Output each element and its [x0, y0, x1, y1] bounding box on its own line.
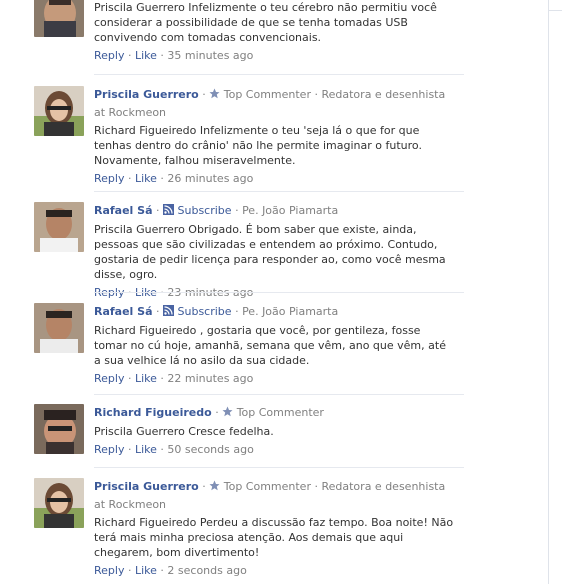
- separator-dot: ·: [127, 564, 132, 577]
- top-divider: [548, 10, 562, 11]
- avatar[interactable]: [34, 404, 84, 454]
- avatar[interactable]: [34, 202, 84, 252]
- timestamp[interactable]: 22 minutes ago: [167, 372, 253, 385]
- avatar[interactable]: [34, 86, 84, 136]
- comment-divider: [94, 394, 464, 395]
- timestamp[interactable]: 26 minutes ago: [167, 172, 253, 185]
- timestamp[interactable]: 35 minutes ago: [167, 49, 253, 62]
- author-meta[interactable]: Pe. João Piamarta: [242, 204, 338, 217]
- author-name[interactable]: Priscila Guerrero: [94, 88, 199, 101]
- subscribe-link[interactable]: Subscribe: [178, 305, 232, 318]
- right-divider: [548, 0, 549, 584]
- comment-actions: Reply · Like · 26 minutes ago: [94, 171, 454, 187]
- timestamp[interactable]: 50 seconds ago: [167, 443, 253, 456]
- separator-dot: ·: [127, 372, 132, 385]
- top-commenter-badge: Top Commenter: [223, 88, 311, 101]
- author-name[interactable]: Richard Figueiredo: [94, 406, 212, 419]
- like-link[interactable]: Like: [135, 372, 157, 385]
- rss-subscribe-icon: [163, 304, 175, 321]
- separator-dot: ·: [202, 480, 206, 493]
- comment-text: Priscila Guerrero Obrigado. É bom saber …: [94, 223, 446, 281]
- separator-dot: ·: [156, 204, 160, 217]
- comment-divider: [94, 467, 464, 468]
- comment-text: Priscila Guerrero Cresce fedelha.: [94, 425, 274, 438]
- author-meta[interactable]: Pe. João Piamarta: [242, 305, 338, 318]
- separator-dot: ·: [202, 88, 206, 101]
- comment-actions: Reply · Like · 50 seconds ago: [94, 442, 454, 458]
- comment-header: Richard Figueiredo · Top Commenter: [94, 404, 454, 422]
- separator-dot: ·: [235, 204, 239, 217]
- separator-dot: ·: [160, 172, 164, 185]
- top-commenter-badge: Top Commenter: [223, 480, 311, 493]
- comment-header: Rafael Sá · Subscribe · Pe. João Piamart…: [94, 202, 454, 220]
- comment-header: Priscila Guerrero · Top Commenter · Reda…: [94, 478, 454, 513]
- timestamp[interactable]: 2 seconds ago: [167, 564, 246, 577]
- reply-link[interactable]: Reply: [94, 443, 124, 456]
- comment-text: Priscila Guerrero Infelizmente o teu cér…: [94, 1, 437, 44]
- comment-divider: [94, 292, 464, 293]
- reply-link[interactable]: Reply: [94, 564, 124, 577]
- separator-dot: ·: [160, 564, 164, 577]
- separator-dot: ·: [314, 480, 318, 493]
- reply-link[interactable]: Reply: [94, 49, 124, 62]
- separator-dot: ·: [156, 305, 160, 318]
- comment-header: Priscila Guerrero · Top Commenter · Reda…: [94, 86, 454, 121]
- comment-actions: Reply · Like · 2 seconds ago: [94, 563, 454, 579]
- separator-dot: ·: [314, 88, 318, 101]
- comment-actions: Reply · Like · 23 minutes ago: [94, 285, 454, 301]
- comment-text: Richard Figueiredo Perdeu a discussão fa…: [94, 516, 454, 559]
- reply-link[interactable]: Reply: [94, 172, 124, 185]
- star-icon: [209, 87, 220, 104]
- reply-link[interactable]: Reply: [94, 372, 124, 385]
- author-name[interactable]: Rafael Sá: [94, 204, 153, 217]
- comment-divider: [94, 74, 464, 75]
- like-link[interactable]: Like: [135, 564, 157, 577]
- avatar[interactable]: [34, 303, 84, 353]
- subscribe-link[interactable]: Subscribe: [178, 204, 232, 217]
- top-commenter-badge: Top Commenter: [236, 406, 324, 419]
- author-name[interactable]: Rafael Sá: [94, 305, 153, 318]
- comment-actions: Reply · Like · 35 minutes ago: [94, 48, 454, 64]
- comment-actions: Reply · Like · 22 minutes ago: [94, 371, 454, 387]
- separator-dot: ·: [127, 49, 132, 62]
- avatar[interactable]: [34, 478, 84, 528]
- like-link[interactable]: Like: [135, 443, 157, 456]
- separator-dot: ·: [160, 49, 164, 62]
- separator-dot: ·: [235, 305, 239, 318]
- star-icon: [222, 405, 233, 422]
- separator-dot: ·: [160, 443, 164, 456]
- separator-dot: ·: [160, 372, 164, 385]
- star-icon: [209, 479, 220, 496]
- comment-text: Richard Figueiredo , gostaria que você, …: [94, 324, 446, 367]
- separator-dot: ·: [215, 406, 219, 419]
- like-link[interactable]: Like: [135, 172, 157, 185]
- author-name[interactable]: Priscila Guerrero: [94, 480, 199, 493]
- comment-divider: [94, 191, 464, 192]
- separator-dot: ·: [127, 443, 132, 456]
- avatar[interactable]: [34, 0, 84, 37]
- rss-subscribe-icon: [163, 203, 175, 220]
- comment-header: Rafael Sá · Subscribe · Pe. João Piamart…: [94, 303, 454, 321]
- comment-item: Priscila Guerrero Infelizmente o teu cér…: [0, 0, 470, 77]
- comment-text: Richard Figueiredo Infelizmente o teu 's…: [94, 124, 422, 167]
- like-link[interactable]: Like: [135, 49, 157, 62]
- separator-dot: ·: [127, 172, 132, 185]
